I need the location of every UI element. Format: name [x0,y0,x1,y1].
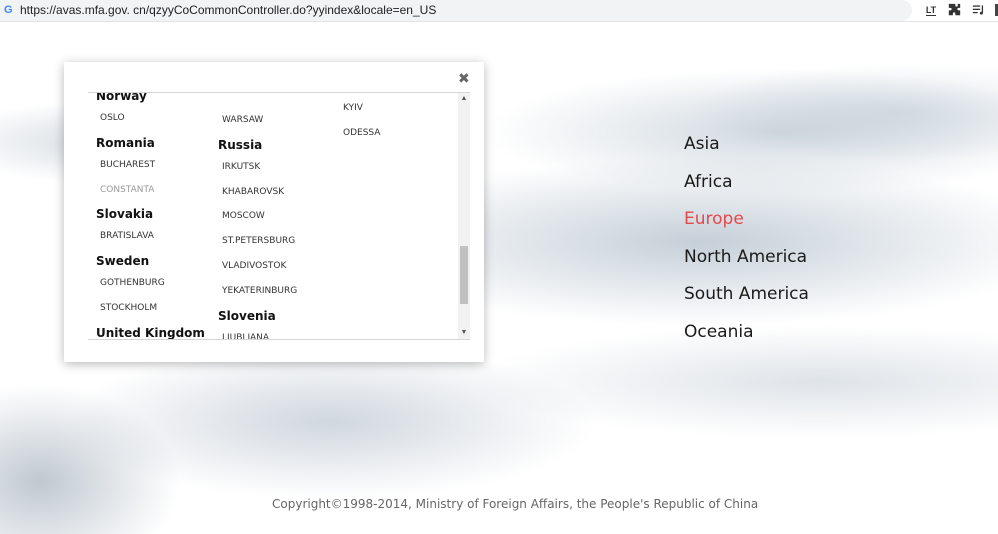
city-selector-modal: ✖ Norway OSLO Romania BUCHAREST CONSTANTA Slo… [64,62,484,362]
close-icon[interactable]: ✖ [458,72,470,86]
country-heading-slovakia: Slovakia [96,207,154,222]
city-link-kyiv[interactable]: KYIV [343,103,363,113]
region-item-north-america[interactable]: North America [684,247,809,285]
browser-toolbar: G https://avas.mfa.gov. cn/qzyyCoCommonC… [0,0,998,22]
copyright-footer: Copyright©1998-2014, Ministry of Foreign… [272,497,759,511]
address-bar[interactable]: G https://avas.mfa.gov. cn/qzyyCoCommonC… [0,0,912,21]
country-heading-norway: Norway [96,92,147,103]
city-link-bratislava[interactable]: BRATISLAVA [100,231,154,241]
region-item-asia[interactable]: Asia [684,134,809,172]
city-link-odessa[interactable]: ODESSA [343,128,380,138]
city-link-irkutsk[interactable]: IRKUTSK [222,162,260,172]
vertical-scrollbar[interactable]: ▲ ▼ [458,93,470,339]
city-list-viewport: Norway OSLO Romania BUCHAREST CONSTANTA Slova… [88,92,470,340]
country-heading-ukraine: Ukraine [339,92,392,93]
city-link-moscow[interactable]: MOSCOW [222,211,265,221]
city-link-st-petersburg[interactable]: ST.PETERSBURG [222,236,295,246]
city-link-yekaterinburg[interactable]: YEKATERINBURG [222,286,297,296]
city-link-vladivostok[interactable]: VLADIVOSTOK [222,261,286,271]
reading-list-icon[interactable] [971,3,985,17]
country-heading-sweden: Sweden [96,254,150,269]
url-text[interactable]: https://avas.mfa.gov. cn/qzyyCoCommonCon… [20,3,436,17]
scroll-down-arrow-icon[interactable]: ▼ [458,327,470,339]
city-link-warsaw[interactable]: WARSAW [222,115,263,125]
region-item-south-america[interactable]: South America [684,284,809,322]
city-link-bucharest[interactable]: BUCHAREST [100,160,155,170]
region-item-africa[interactable]: Africa [684,172,809,210]
google-icon: G [4,4,13,16]
country-heading-slovenia: Slovenia [218,308,276,323]
city-link-gothenburg[interactable]: GOTHENBURG [100,278,165,288]
region-item-europe[interactable]: Europe [684,209,809,247]
scroll-up-arrow-icon[interactable]: ▲ [458,93,470,105]
country-heading-united-kingdom: United Kingdom [96,325,205,340]
country-heading-romania: Romania [96,135,155,150]
languagetool-extension-icon[interactable]: LT [924,3,938,17]
city-link-oslo[interactable]: OSLO [100,113,125,123]
city-link-ljubljana[interactable]: LJUBLJANA [222,333,269,339]
region-menu: Asia Africa Europe North America South Ameri… [684,134,809,359]
extensions-puzzle-icon[interactable] [947,3,961,17]
city-link-stockholm[interactable]: STOCKHOLM [100,303,157,313]
city-link-constanta[interactable]: CONSTANTA [100,185,154,195]
city-link-khabarovsk[interactable]: KHABAROVSK [222,187,284,197]
country-heading-russia: Russia [218,137,263,152]
region-item-oceania[interactable]: Oceania [684,322,809,360]
scrollbar-thumb[interactable] [460,246,468,304]
